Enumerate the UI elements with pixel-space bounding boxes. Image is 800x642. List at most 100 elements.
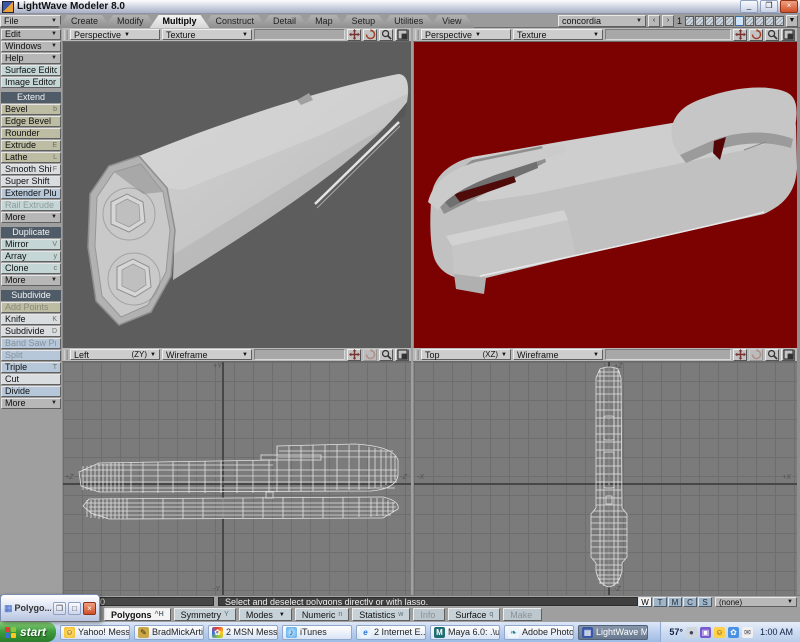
close-button[interactable]: × <box>780 0 798 13</box>
sidebar-tool-button[interactable]: Rounder▼ <box>1 128 61 139</box>
sidebar-tool-button[interactable]: MirrorV▼ <box>1 239 61 250</box>
bottom-toolbar-button[interactable]: Make▼ <box>503 608 542 621</box>
sidebar-tool-button[interactable]: More▼ <box>1 398 61 409</box>
pan-icon[interactable] <box>733 29 747 41</box>
sidebar-tool-button[interactable]: Cut▼ <box>1 374 61 385</box>
vmap-button[interactable]: S <box>698 597 712 607</box>
pan-icon[interactable] <box>733 349 747 361</box>
yahoo-tray-icon[interactable]: ☺ <box>714 627 725 638</box>
start-button[interactable]: start <box>0 622 56 642</box>
viewport-left-wireframe[interactable]: +Y -Y +Z -Z <box>63 362 411 595</box>
layer-menu-button[interactable]: ▼ <box>786 15 798 27</box>
taskbar-task[interactable]: M Maya 6.0: .\u... ▾ <box>430 625 500 640</box>
sidebar-tool-button[interactable]: KnifeK▼ <box>1 314 61 325</box>
menu-tab[interactable]: Multiply <box>150 15 210 28</box>
layer-box[interactable] <box>695 16 704 26</box>
msn-tray-icon[interactable]: ✿ <box>728 627 739 638</box>
sidebar-tool-button[interactable]: More▼ <box>1 212 61 223</box>
polygon-statistics-mini-window[interactable]: ▦ Polygo... ❐ □ × <box>0 594 100 621</box>
sidebar-tool-button[interactable]: More▼ <box>1 275 61 286</box>
sidebar-tool-button[interactable]: TripleT▼ <box>1 362 61 373</box>
sidebar-tool-button[interactable]: LatheL▼ <box>1 152 61 163</box>
sidebar-tool-button[interactable]: Bevelb▼ <box>1 104 61 115</box>
layer-box[interactable] <box>755 16 764 26</box>
taskbar-task[interactable]: ❧ Adobe Photos... ▾ <box>504 625 574 640</box>
viewport-perspective-texture-red[interactable] <box>414 42 797 348</box>
bottom-toolbar-button[interactable]: Numericn▼ <box>295 608 349 621</box>
layer-box[interactable] <box>725 16 734 26</box>
bottom-toolbar-button[interactable]: Modes▼ <box>239 608 292 621</box>
menu-tab[interactable]: Modify <box>104 15 157 28</box>
bottom-toolbar-button[interactable]: Info▼ <box>413 608 445 621</box>
view-type-dropdown[interactable]: Top(XZ)▼ <box>421 349 511 360</box>
restore-button[interactable]: ❐ <box>760 0 778 13</box>
viewport-top-wireframe[interactable]: +Z -Z -X +X <box>414 362 797 595</box>
sidebar-editor-button[interactable]: Image Editor <box>1 77 61 88</box>
vmap-button[interactable]: W <box>638 597 652 607</box>
menu-tab[interactable]: Create <box>58 15 111 28</box>
sidebar-tool-button[interactable]: Divide▼ <box>1 386 61 397</box>
file-menu[interactable]: File▼ <box>0 15 61 27</box>
viewport-perspective-texture[interactable] <box>63 42 411 348</box>
layer-box[interactable] <box>715 16 724 26</box>
menu-tab[interactable]: Utilities <box>381 15 436 28</box>
vmap-button[interactable]: C <box>683 597 697 607</box>
sidebar-tool-button[interactable]: ExtrudeE▼ <box>1 140 61 151</box>
drag-handle[interactable] <box>64 30 68 40</box>
sidebar-editor-button[interactable]: Surface Editor <box>1 65 61 76</box>
update-icon[interactable]: ● <box>686 627 697 638</box>
sidebar-menu-button[interactable]: Windows▼ <box>1 41 61 52</box>
menu-tab[interactable]: Map <box>302 15 346 28</box>
sidebar-tool-button[interactable]: Band Saw Pro▼ <box>1 338 61 349</box>
view-type-dropdown[interactable]: Perspective▼ <box>421 29 511 40</box>
pan-icon[interactable] <box>347 349 361 361</box>
sidebar-tool-button[interactable]: Edge Bevel▼ <box>1 116 61 127</box>
titlebar[interactable]: LightWave Modeler 8.0 _ ❐ × <box>0 0 800 14</box>
maximize-button[interactable]: □ <box>68 602 81 615</box>
bottom-toolbar-button[interactable]: SymmetryY▼ <box>174 608 236 621</box>
sidebar-menu-button[interactable]: Edit▼ <box>1 29 61 40</box>
layer-box[interactable] <box>765 16 774 26</box>
render-mode-dropdown[interactable]: Wireframe▼ <box>162 349 252 360</box>
sidebar-tool-button[interactable]: Rail Extrude▼ <box>1 200 61 211</box>
rotate-icon[interactable] <box>363 29 377 41</box>
taskbar-task[interactable]: ▦ LightWave M... ▾ <box>578 625 648 640</box>
render-mode-dropdown[interactable]: Texture▼ <box>162 29 252 40</box>
layer-box[interactable] <box>685 16 694 26</box>
sidebar-menu-button[interactable]: Help▼ <box>1 53 61 64</box>
sidebar-tool-button[interactable]: Extender Plus▼ <box>1 188 61 199</box>
zoom-icon[interactable] <box>379 349 393 361</box>
layer-box[interactable] <box>775 16 784 26</box>
view-type-dropdown[interactable]: Perspective▼ <box>70 29 160 40</box>
maximize-viewport-icon[interactable] <box>395 349 409 361</box>
bottom-toolbar-button[interactable]: Polygons^H▼ <box>104 608 171 621</box>
zoom-icon[interactable] <box>765 29 779 41</box>
sidebar-tool-button[interactable]: Smooth ShiftF▼ <box>1 164 61 175</box>
vmap-selector[interactable]: (none)▼ <box>715 597 797 607</box>
rotate-icon[interactable] <box>749 29 763 41</box>
layer-prev-button[interactable]: ‹ <box>648 15 660 27</box>
render-mode-dropdown[interactable]: Texture▼ <box>513 29 603 40</box>
restore-button[interactable]: ❐ <box>53 602 66 615</box>
zoom-icon[interactable] <box>765 349 779 361</box>
taskbar-task[interactable]: ♪ iTunes ▾ <box>282 625 352 640</box>
maximize-viewport-icon[interactable] <box>781 349 795 361</box>
bottom-toolbar-button[interactable]: Surfaceq▼ <box>448 608 500 621</box>
sidebar-tool-button[interactable]: SubdivideD▼ <box>1 326 61 337</box>
zoom-icon[interactable] <box>379 29 393 41</box>
menu-tab[interactable]: Detail <box>260 15 309 28</box>
menu-tab[interactable]: View <box>429 15 474 28</box>
bottom-toolbar-button[interactable]: Statisticsw▼ <box>352 608 410 621</box>
drag-handle[interactable] <box>415 30 419 40</box>
sidebar-tool-button[interactable]: Add Points▼ <box>1 302 61 313</box>
menu-tab[interactable]: Construct <box>203 15 268 28</box>
menu-tab[interactable]: Setup <box>339 15 389 28</box>
tv-icon[interactable]: ▣ <box>700 627 711 638</box>
drag-handle[interactable] <box>415 350 419 360</box>
sidebar-tool-button[interactable]: Super Shift▼ <box>1 176 61 187</box>
layer-next-button[interactable]: › <box>662 15 674 27</box>
render-mode-dropdown[interactable]: Wireframe▼ <box>513 349 603 360</box>
minimize-button[interactable]: _ <box>740 0 758 13</box>
drag-handle[interactable] <box>64 350 68 360</box>
vmap-button[interactable]: M <box>668 597 682 607</box>
